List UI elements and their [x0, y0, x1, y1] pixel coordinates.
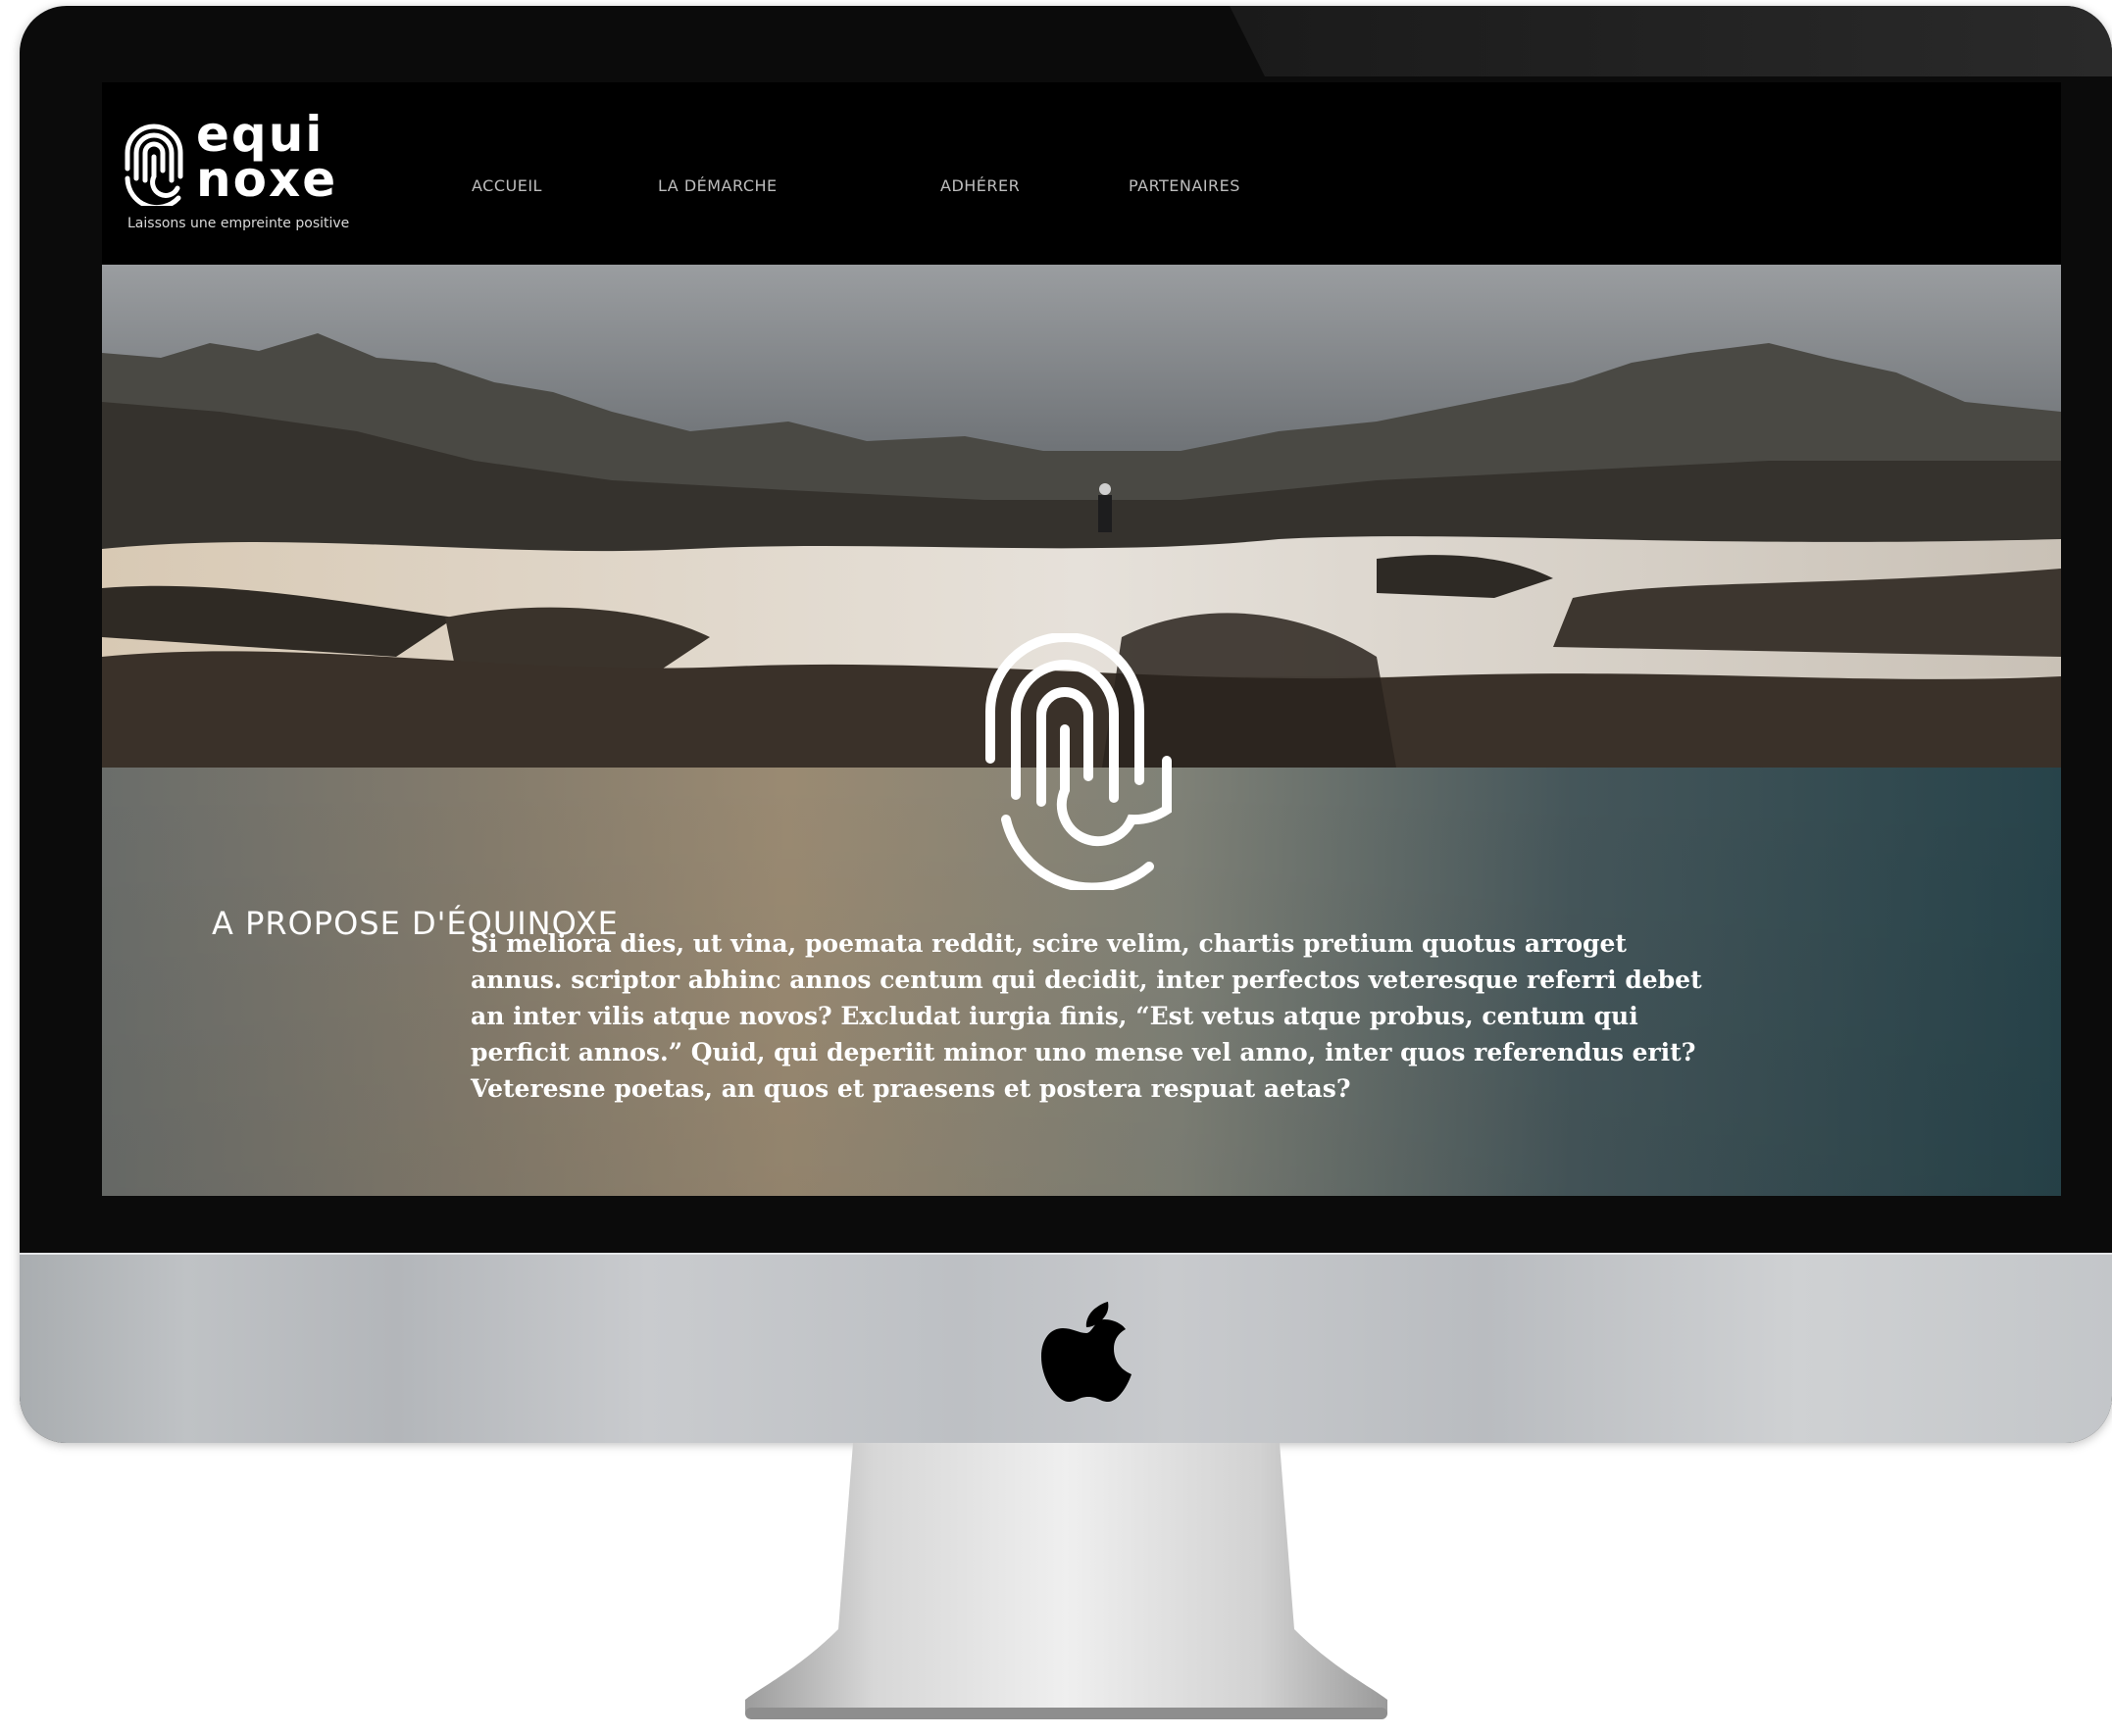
apple-logo-icon — [1041, 1302, 1131, 1402]
desktop-mockup: equi noxe Laissons une empreinte positiv… — [0, 0, 2112, 1736]
site-header: equi noxe Laissons une empreinte positiv… — [102, 82, 2061, 265]
walking-person — [1098, 495, 1112, 532]
about-text: Si meliora dies, ut vina, poemata reddit… — [471, 929, 1702, 1103]
imac-body: equi noxe Laissons une empreinte positiv… — [20, 6, 2112, 1443]
logo-tagline: Laissons une empreinte positive — [127, 216, 350, 231]
fingerprint-icon — [985, 633, 1172, 890]
fingerprint-icon — [125, 124, 183, 206]
browser-screen: equi noxe Laissons une empreinte positiv… — [102, 82, 2061, 1196]
logo-wordmark: equi noxe — [196, 110, 338, 208]
nav-item-partenaires[interactable]: PARTENAIRES — [1129, 176, 1240, 195]
nav-item-la-demarche[interactable]: LA DÉMARCHE — [658, 176, 778, 195]
imac-stand — [745, 1443, 1387, 1719]
logo-line-2: noxe — [196, 151, 338, 208]
nav-item-adherer[interactable]: ADHÉRER — [940, 176, 1020, 195]
screen-glare — [1230, 6, 2112, 76]
nav-item-accueil[interactable]: ACCUEIL — [472, 176, 542, 195]
site-logo[interactable]: equi noxe Laissons une empreinte positiv… — [120, 110, 355, 237]
